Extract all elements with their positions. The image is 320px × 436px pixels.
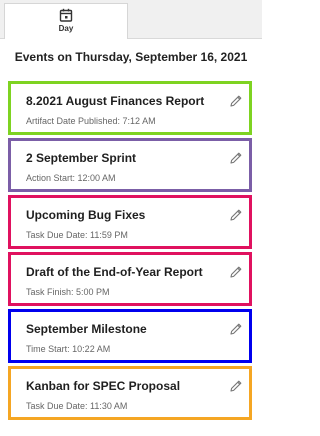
calendar-icon <box>59 8 73 22</box>
event-meta: Artifact Date Published: 7:12 AM <box>26 116 156 126</box>
pencil-icon <box>230 152 242 164</box>
event-card[interactable]: September Milestone Time Start: 10:22 AM <box>8 309 252 363</box>
events-heading: Events on Thursday, September 16, 2021 <box>14 50 248 64</box>
view-tab-bar: Day <box>0 0 262 39</box>
event-meta: Time Start: 10:22 AM <box>26 344 111 354</box>
event-meta: Action Start: 12:00 AM <box>26 173 116 183</box>
pencil-icon <box>230 323 242 335</box>
pencil-icon <box>230 380 242 392</box>
event-meta: Task Due Date: 11:59 PM <box>26 230 128 240</box>
edit-event-button[interactable] <box>228 378 244 394</box>
tab-day[interactable]: Day <box>4 3 128 39</box>
pencil-icon <box>230 95 242 107</box>
event-card[interactable]: Upcoming Bug Fixes Task Due Date: 11:59 … <box>8 195 252 249</box>
edit-event-button[interactable] <box>228 93 244 109</box>
event-title: Kanban for SPEC Proposal <box>26 379 181 393</box>
event-title: September Milestone <box>26 322 147 336</box>
event-title: 2 September Sprint <box>26 151 137 165</box>
pencil-icon <box>230 209 242 221</box>
tab-day-label: Day <box>58 24 74 33</box>
edit-event-button[interactable] <box>228 150 244 166</box>
event-card[interactable]: 8.2021 August Finances Report Artifact D… <box>8 81 252 135</box>
pencil-icon <box>230 266 242 278</box>
edit-event-button[interactable] <box>228 321 244 337</box>
event-title: 8.2021 August Finances Report <box>26 94 205 108</box>
event-card[interactable]: Kanban for SPEC Proposal Task Due Date: … <box>8 366 252 420</box>
event-meta: Task Finish: 5:00 PM <box>26 287 110 297</box>
event-title: Upcoming Bug Fixes <box>26 208 146 222</box>
event-card[interactable]: 2 September Sprint Action Start: 12:00 A… <box>8 138 252 192</box>
edit-event-button[interactable] <box>228 264 244 280</box>
event-card[interactable]: Draft of the End-of-Year Report Task Fin… <box>8 252 252 306</box>
event-list: 8.2021 August Finances Report Artifact D… <box>8 81 252 423</box>
edit-event-button[interactable] <box>228 207 244 223</box>
event-title: Draft of the End-of-Year Report <box>26 265 203 279</box>
event-meta: Task Due Date: 11:30 AM <box>26 401 128 411</box>
